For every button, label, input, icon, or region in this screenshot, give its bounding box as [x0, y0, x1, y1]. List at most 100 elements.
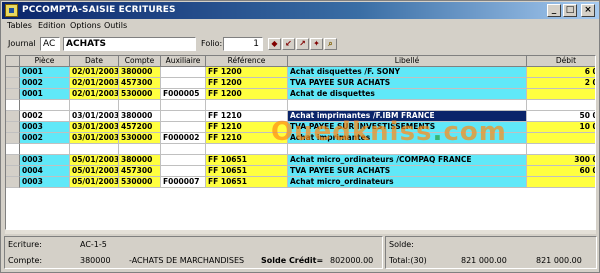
row-indicator[interactable]: [6, 100, 20, 111]
cell-debit[interactable]: 300 00: [527, 155, 595, 166]
table-row[interactable]: 0002 02/01/2003 457300 FF 1200 TVA PAYEE SUR…: [6, 78, 595, 89]
cell-compte[interactable]: 457200: [119, 122, 161, 133]
cell-aux[interactable]: [161, 122, 206, 133]
column-header-compte[interactable]: Compte: [119, 56, 161, 67]
cell-debit[interactable]: [527, 100, 595, 111]
column-header-libelle[interactable]: Libellé: [288, 56, 527, 67]
cell-lib[interactable]: [288, 100, 527, 111]
cell-compte[interactable]: 530000: [119, 177, 161, 188]
last-record-icon[interactable]: ✦: [310, 38, 323, 50]
cell-date[interactable]: 03/01/2003: [70, 111, 119, 122]
cell-compte[interactable]: 530000: [119, 89, 161, 100]
cell-aux[interactable]: F000005: [161, 89, 206, 100]
cell-ref[interactable]: FF 10651: [206, 155, 288, 166]
cell-aux[interactable]: [161, 111, 206, 122]
cell-compte[interactable]: 457300: [119, 78, 161, 89]
column-header-piece[interactable]: Pièce: [20, 56, 70, 67]
cell-compte[interactable]: 457300: [119, 166, 161, 177]
cell-aux[interactable]: [161, 144, 206, 155]
menu-edition[interactable]: Edition: [38, 21, 66, 30]
cell-date[interactable]: [70, 100, 119, 111]
folio-field[interactable]: 1: [223, 37, 263, 51]
row-indicator[interactable]: [6, 89, 20, 100]
cell-piece[interactable]: 0004: [20, 166, 70, 177]
search-icon[interactable]: ⌕: [324, 38, 337, 50]
title-bar[interactable]: PCCOMPTA-SAISIE ECRITURES _ □ ×: [2, 2, 599, 19]
cell-debit[interactable]: [527, 133, 595, 144]
row-indicator[interactable]: [6, 78, 20, 89]
cell-date[interactable]: 05/01/2003: [70, 177, 119, 188]
cell-date[interactable]: 05/01/2003: [70, 166, 119, 177]
maximize-button[interactable]: □: [563, 4, 577, 17]
cell-piece[interactable]: 0002: [20, 111, 70, 122]
cell-compte[interactable]: 380000: [119, 155, 161, 166]
menu-tables[interactable]: Tables: [7, 21, 32, 30]
next-record-icon[interactable]: ↗: [296, 38, 309, 50]
cell-aux[interactable]: [161, 67, 206, 78]
menu-options[interactable]: Options: [70, 21, 101, 30]
cell-ref[interactable]: FF 10651: [206, 166, 288, 177]
cell-piece[interactable]: 0003: [20, 155, 70, 166]
menu-outils[interactable]: Outils: [104, 21, 127, 30]
cell-ref[interactable]: FF 1200: [206, 89, 288, 100]
cell-piece[interactable]: 0003: [20, 177, 70, 188]
cell-lib[interactable]: TVA PAYEE SUR ACHATS: [288, 166, 527, 177]
cell-piece[interactable]: [20, 144, 70, 155]
cell-ref[interactable]: FF 1200: [206, 67, 288, 78]
cell-aux[interactable]: F000007: [161, 177, 206, 188]
table-row[interactable]: 0003 05/01/2003 380000 FF 10651 Achat micro_…: [6, 155, 595, 166]
cell-date[interactable]: 03/01/2003: [70, 122, 119, 133]
column-header-auxiliaire[interactable]: Auxiliaire: [161, 56, 206, 67]
cell-ref[interactable]: FF 10651: [206, 177, 288, 188]
minimize-button[interactable]: _: [547, 4, 561, 17]
cell-lib[interactable]: Achat de disquettes: [288, 89, 527, 100]
cell-debit[interactable]: [527, 144, 595, 155]
journal-code-field[interactable]: AC: [40, 37, 60, 51]
first-record-icon[interactable]: ◆: [268, 38, 281, 50]
cell-compte[interactable]: 380000: [119, 111, 161, 122]
row-indicator[interactable]: [6, 166, 20, 177]
cell-debit[interactable]: [527, 89, 595, 100]
horizontal-scrollbar[interactable]: [5, 230, 596, 234]
previous-record-icon[interactable]: ↙: [282, 38, 295, 50]
cell-aux[interactable]: F000002: [161, 133, 206, 144]
cell-date[interactable]: 05/01/2003: [70, 155, 119, 166]
cell-piece[interactable]: 0002: [20, 133, 70, 144]
row-indicator[interactable]: [6, 133, 20, 144]
cell-aux[interactable]: [161, 155, 206, 166]
cell-date[interactable]: 02/01/2003: [70, 78, 119, 89]
cell-compte[interactable]: [119, 144, 161, 155]
cell-ref[interactable]: FF 1200: [206, 78, 288, 89]
column-header-debit[interactable]: Débit: [527, 56, 595, 67]
cell-piece[interactable]: 0001: [20, 67, 70, 78]
row-indicator[interactable]: [6, 122, 20, 133]
cell-debit[interactable]: [527, 177, 595, 188]
cell-compte[interactable]: 380000: [119, 67, 161, 78]
close-button[interactable]: ×: [581, 4, 595, 17]
table-row[interactable]: 0003 05/01/2003 530000 F000007 FF 10651 Achat…: [6, 177, 595, 188]
cell-ref[interactable]: [206, 100, 288, 111]
table-row[interactable]: 0001 02/01/2003 380000 FF 1200 Achat disquet…: [6, 67, 595, 78]
table-row[interactable]: 0004 05/01/2003 457300 FF 10651 TVA PAYEE SU…: [6, 166, 595, 177]
cell-debit[interactable]: 10 00: [527, 122, 595, 133]
cell-compte[interactable]: 530000: [119, 133, 161, 144]
table-row[interactable]: 0001 02/01/2003 530000 F000005 FF 1200 Achat …: [6, 89, 595, 100]
cell-lib[interactable]: Achat micro_ordinateurs /COMPAQ FRANCE: [288, 155, 527, 166]
cell-aux[interactable]: [161, 166, 206, 177]
row-indicator[interactable]: [6, 144, 20, 155]
cell-date[interactable]: 02/01/2003: [70, 89, 119, 100]
row-indicator[interactable]: [6, 155, 20, 166]
cell-lib[interactable]: Achat disquettes /F. SONY: [288, 67, 527, 78]
cell-debit[interactable]: 6 00: [527, 67, 595, 78]
cell-piece[interactable]: 0003: [20, 122, 70, 133]
cell-date[interactable]: 02/01/2003: [70, 67, 119, 78]
column-header-date[interactable]: Date: [70, 56, 119, 67]
cell-debit[interactable]: 2 00: [527, 78, 595, 89]
cell-lib[interactable]: TVA PAYEE SUR ACHATS: [288, 78, 527, 89]
cell-date[interactable]: [70, 144, 119, 155]
cell-piece[interactable]: 0001: [20, 89, 70, 100]
journal-name-field[interactable]: ACHATS: [63, 37, 196, 51]
cell-piece[interactable]: [20, 100, 70, 111]
cell-debit[interactable]: 50 00: [527, 111, 595, 122]
row-indicator[interactable]: [6, 177, 20, 188]
